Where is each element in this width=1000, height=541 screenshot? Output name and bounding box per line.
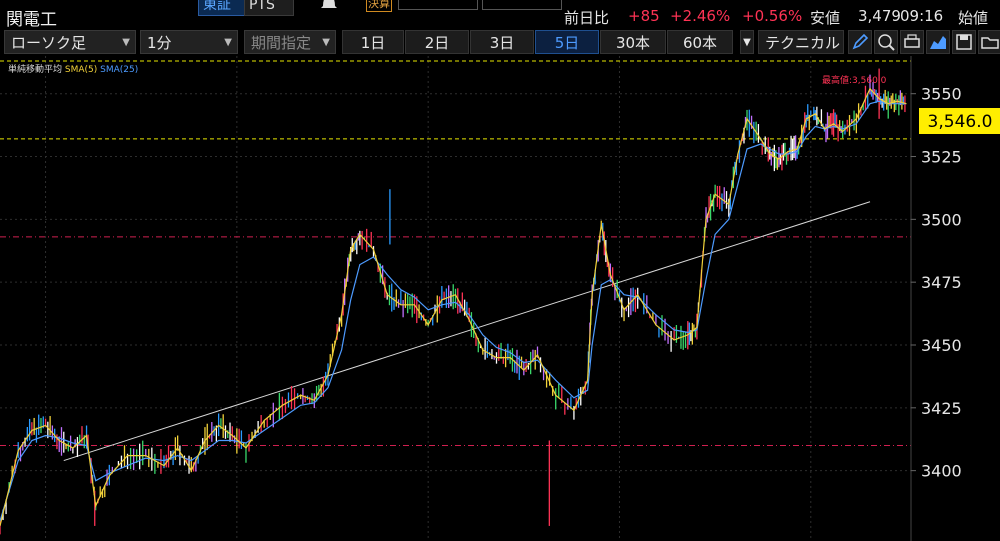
trendline xyxy=(63,201,871,462)
change-label: 前日比 xyxy=(564,9,610,27)
y-tick-label-2: 3450 xyxy=(921,336,962,355)
tab-3day[interactable]: 3日 xyxy=(470,30,534,54)
chart-area-icon[interactable] xyxy=(926,30,950,54)
interval-select[interactable]: 1分 ▼ xyxy=(140,30,238,54)
y-tick-label-4: 3500 xyxy=(921,210,962,229)
zoom-icon[interactable] xyxy=(874,30,898,54)
header-box-1 xyxy=(398,0,478,10)
bell-icon[interactable] xyxy=(318,0,340,14)
exchange-tab-tse[interactable]: 東証 xyxy=(198,0,248,16)
change-pct: +2.46% xyxy=(670,7,731,25)
chart-type-select[interactable]: ローソク足 ▼ xyxy=(4,30,136,54)
quote-time: 09:16 xyxy=(900,7,944,25)
tab-5day[interactable]: 5日 xyxy=(535,30,599,54)
open-label: 始値 xyxy=(958,9,989,27)
price-chart[interactable]: 3400 3425 3450 3475 3500 3525 3550 3,546.0 最高値… xyxy=(0,56,1000,541)
print-icon[interactable] xyxy=(900,30,924,54)
tab-1day[interactable]: 1日 xyxy=(342,30,404,54)
legend-title: 単純移動平均 xyxy=(8,65,63,75)
low-label: 安値 xyxy=(810,9,841,27)
y-tick-label-1: 3425 xyxy=(921,399,962,418)
period-select[interactable]: 期間指定 ▼ xyxy=(244,30,336,54)
high-annotation: 最高値:3,560.0 xyxy=(822,74,887,86)
chevron-down-icon: ▼ xyxy=(224,37,232,48)
indicator-legend: 単純移動平均 SMA(5) SMA(25) xyxy=(8,62,138,75)
earnings-badge: 決算 xyxy=(366,0,392,12)
last-price-label: 3,546.0 xyxy=(928,112,993,132)
chevron-down-icon: ▼ xyxy=(122,37,130,48)
low-value: 3,479 xyxy=(858,7,901,25)
y-tick-label-5: 3525 xyxy=(921,148,962,167)
top-bar: 関電工 東証 PTS 決算 前日比 +85 +2.46% +0.56% 安値 3… xyxy=(0,0,1000,30)
change-value: +85 xyxy=(628,7,660,25)
save-icon[interactable] xyxy=(952,30,976,54)
y-tick-label-6: 3550 xyxy=(921,85,962,104)
legend-sma25: SMA(25) xyxy=(100,65,139,75)
chart-type-value: ローソク足 xyxy=(11,34,87,52)
y-tick-label-0: 3400 xyxy=(921,462,962,481)
y-tick-label-3: 3475 xyxy=(921,273,962,292)
period-value: 期間指定 xyxy=(251,34,312,52)
last-price-tag: 3,546.0 xyxy=(919,108,1000,134)
sma25-line xyxy=(0,100,907,522)
tab-30bars[interactable]: 30本 xyxy=(600,30,666,54)
tab-2day[interactable]: 2日 xyxy=(405,30,469,54)
chart-toolbar: ローソク足 ▼ 1分 ▼ 期間指定 ▼ 1日 2日 3日 5日 30本 60本 … xyxy=(0,29,1000,56)
header-box-2 xyxy=(482,0,562,10)
folder-icon[interactable] xyxy=(978,30,1000,54)
legend-sma5: SMA(5) xyxy=(64,65,98,75)
more-dropdown[interactable]: ▼ xyxy=(740,30,754,54)
price-axis: 3400 3425 3450 3475 3500 3525 3550 xyxy=(911,85,962,481)
exchange-tab-pts[interactable]: PTS xyxy=(244,0,294,16)
tab-60bars[interactable]: 60本 xyxy=(667,30,733,54)
symbol-name: 関電工 xyxy=(6,10,57,30)
chevron-down-icon: ▼ xyxy=(322,37,330,48)
extra-pct: +0.56% xyxy=(742,7,803,25)
interval-value: 1分 xyxy=(147,34,172,52)
pencil-icon[interactable] xyxy=(848,30,872,54)
technical-button[interactable]: テクニカル xyxy=(758,30,844,54)
price-levels xyxy=(0,60,911,447)
